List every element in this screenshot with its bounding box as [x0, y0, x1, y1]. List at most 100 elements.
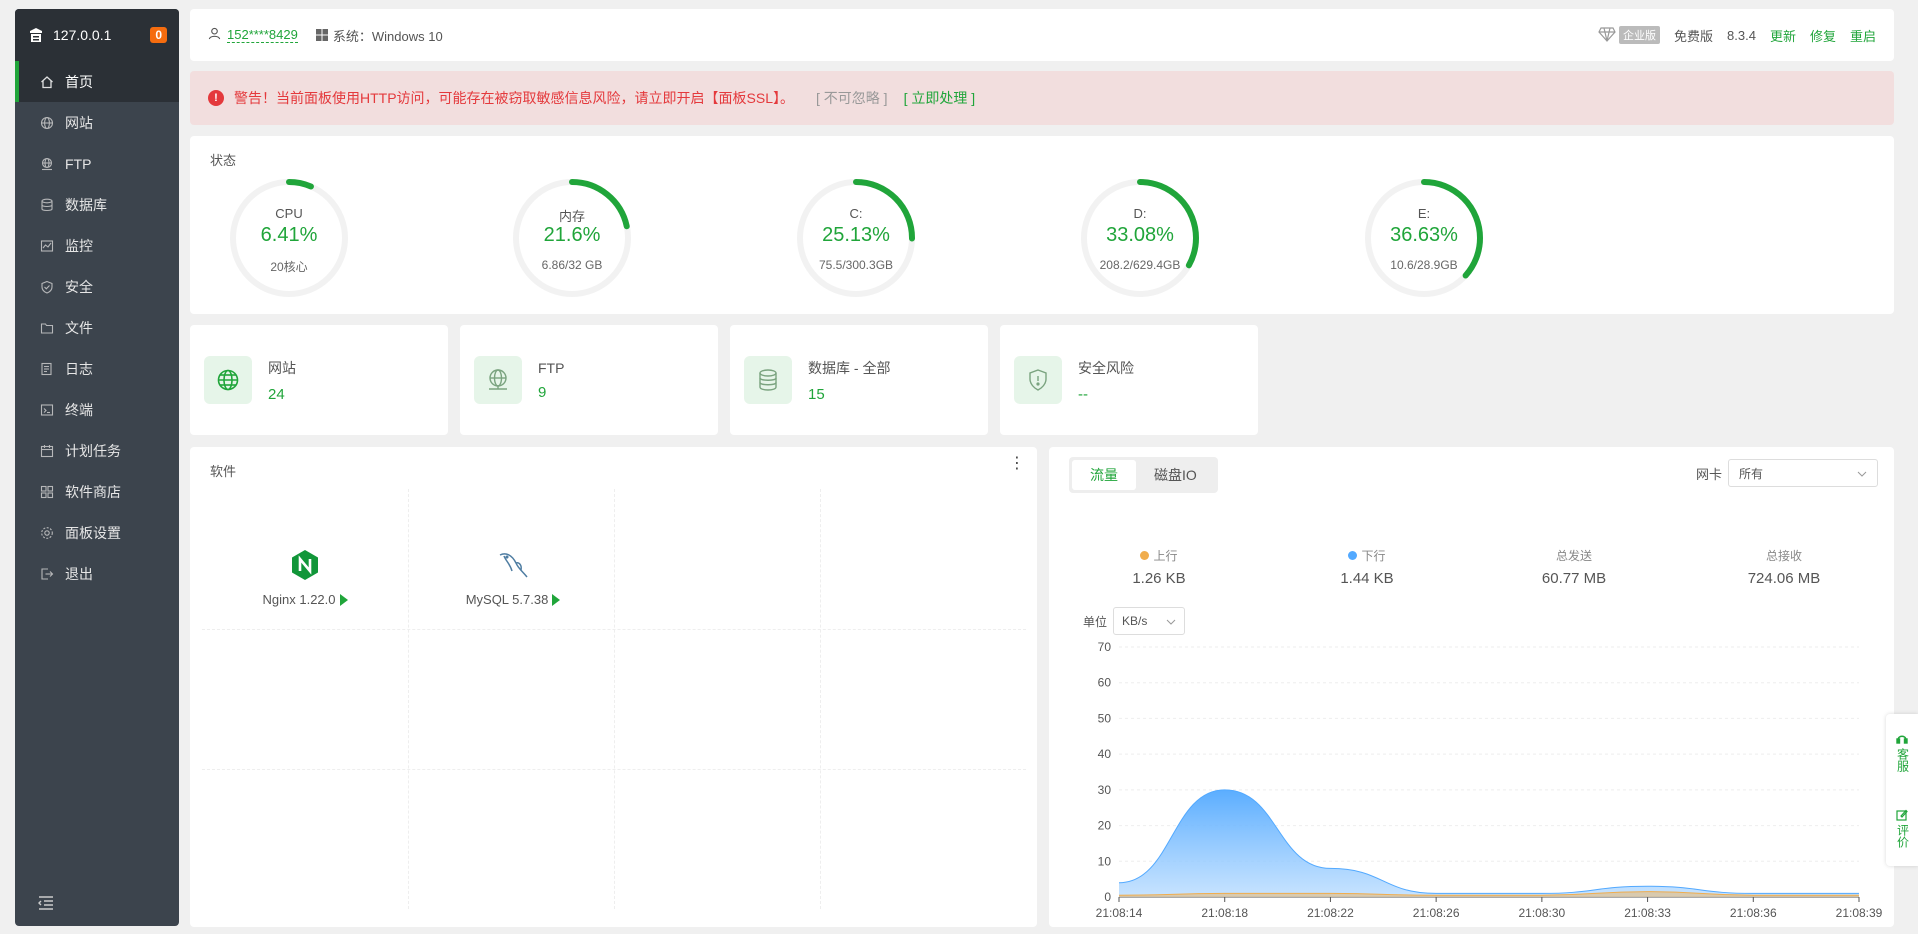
globe-icon	[39, 115, 55, 131]
stat-value[interactable]: --	[1078, 386, 1134, 403]
update-link[interactable]: 更新	[1770, 26, 1796, 45]
sidebar-item-5[interactable]: 安全	[15, 266, 179, 307]
traffic-chart: 0 10 20 30 40 50 60 70 21:08:14 21:08:18 21:08:22 2…	[1096, 640, 1883, 920]
stat-card-2[interactable]: 数据库 - 全部 15	[730, 325, 988, 435]
sidebar-nav: 首页网站 FTP 数据库监控安全文件日志终端 计划任务 软件商店面板设置退出	[15, 61, 179, 594]
gauge-name: D:	[1133, 206, 1147, 221]
version-label: 8.3.4	[1727, 27, 1756, 43]
nic-select-value: 所有	[1739, 466, 1764, 481]
sidebar-item-6[interactable]: 文件	[15, 307, 179, 348]
stat-card-0[interactable]: 网站 24	[190, 325, 448, 435]
sidebar-item-9[interactable]: 计划任务	[15, 430, 179, 471]
sidebar-item-8[interactable]: 终端	[15, 389, 179, 430]
plan-label: 免费版	[1674, 28, 1714, 44]
unit-select-value: KB/s	[1122, 614, 1148, 628]
traffic-tabs: 流量 磁盘IO	[1069, 457, 1218, 493]
x-tick-label: 21:08:39	[1836, 906, 1883, 920]
unit-select[interactable]: KB/s	[1113, 607, 1186, 635]
y-tick-label: 60	[1098, 676, 1112, 690]
gauge-1[interactable]: 内存 21.6% 6.86/32 GB	[510, 176, 634, 300]
nic-select[interactable]: 所有	[1728, 459, 1878, 487]
repair-link[interactable]: 修复	[1810, 26, 1836, 45]
ftp-icon	[474, 356, 522, 404]
software-nginx[interactable]: Nginx 1.22.0	[240, 549, 370, 607]
stat-card-1[interactable]: FTP 9	[460, 325, 718, 435]
nginx-label: Nginx 1.22.0	[262, 592, 336, 607]
sidebar-item-11[interactable]: 面板设置	[15, 512, 179, 553]
gauge-4[interactable]: E: 36.63% 10.6/28.9GB	[1362, 176, 1486, 300]
sidebar-item-12[interactable]: 退出	[15, 553, 179, 594]
sidebar-item-3[interactable]: 数据库	[15, 184, 179, 225]
gauge-detail: 20核心	[270, 260, 308, 274]
folder-icon	[39, 320, 55, 336]
stat-card-3[interactable]: 安全风险 --	[1000, 325, 1258, 435]
y-tick-label: 30	[1098, 783, 1112, 797]
sidebar-item-label: 数据库	[65, 196, 107, 213]
software-mysql[interactable]: MySQL 5.7.38	[448, 549, 578, 607]
sidebar-item-label: 安全	[65, 278, 93, 295]
warning-icon: !	[208, 90, 224, 106]
gauge-name: E:	[1417, 206, 1431, 221]
customer-service-button[interactable]: 客服	[1896, 733, 1910, 772]
alert-fix-link[interactable]: [ 立即处理 ]	[904, 88, 976, 108]
sidebar-item-0[interactable]: 首页	[15, 61, 179, 102]
stat-label: 网站	[268, 359, 296, 376]
restart-link[interactable]: 重启	[1850, 26, 1876, 45]
alert-ignore-text: [ 不可忽略 ]	[816, 90, 888, 106]
sidebar-item-2[interactable]: FTP	[15, 143, 179, 184]
stat-upload: 上行 1.26 KB	[1059, 547, 1259, 587]
shield-icon	[1014, 356, 1062, 404]
globe-icon	[204, 356, 252, 404]
stat-value[interactable]: 9	[538, 384, 564, 401]
gauge-3[interactable]: D: 33.08% 208.2/629.4GB	[1078, 176, 1202, 300]
mysql-icon	[496, 553, 530, 585]
status-title: 状态	[210, 153, 237, 168]
nginx-icon	[290, 550, 320, 585]
sidebar-item-10[interactable]: 软件商店	[15, 471, 179, 512]
gauge-value: 21.6%	[543, 224, 601, 246]
gauge-2[interactable]: C: 25.13% 75.5/300.3GB	[794, 176, 918, 300]
stat-total-sent: 总发送 60.77 MB	[1474, 547, 1674, 587]
sidebar-item-label: 文件	[65, 319, 93, 336]
message-badge[interactable]: 0	[150, 27, 167, 43]
tab-disk-io[interactable]: 磁盘IO	[1136, 460, 1215, 490]
stat-value[interactable]: 15	[808, 386, 890, 403]
sidebar-item-1[interactable]: 网站	[15, 102, 179, 143]
stat-value[interactable]: 24	[268, 386, 296, 403]
account-phone-link[interactable]: 152****8429	[227, 27, 298, 43]
sidebar-item-label: 日志	[65, 360, 93, 377]
nic-label: 网卡	[1695, 466, 1722, 482]
gauge-0[interactable]: CPU 6.41% 20核心	[227, 176, 351, 300]
gauge-detail: 75.5/300.3GB	[818, 258, 894, 272]
enterprise-edition[interactable]: 企业版	[1598, 26, 1661, 45]
review-button[interactable]: 评价	[1896, 809, 1910, 848]
x-tick-label: 21:08:18	[1201, 906, 1248, 920]
alert-message: 警告！当前面板使用HTTP访问，可能存在被窃取敏感信息风险，请立即开启【面板SS…	[234, 90, 795, 106]
sidebar-item-4[interactable]: 监控	[15, 225, 179, 266]
series-area-0	[1119, 789, 1859, 897]
stat-total-recv: 总接收 724.06 MB	[1684, 547, 1884, 587]
system-info: 系统：Windows 10	[315, 26, 443, 45]
stat-download: 下行 1.44 KB	[1267, 547, 1467, 587]
database-icon	[39, 197, 55, 213]
sidebar-item-label: 退出	[65, 565, 93, 582]
upload-value: 1.26 KB	[1132, 570, 1186, 587]
download-legend-dot	[1348, 551, 1358, 560]
tab-traffic[interactable]: 流量	[1072, 460, 1136, 490]
collapse-menu-icon[interactable]	[37, 894, 55, 912]
sidebar-item-label: 首页	[65, 73, 93, 90]
nginx-play-icon[interactable]	[339, 593, 348, 606]
log-icon	[39, 361, 55, 377]
x-tick-label: 21:08:36	[1730, 906, 1777, 920]
home-icon	[39, 74, 55, 90]
sidebar-item-label: FTP	[65, 155, 92, 172]
sidebar-item-7[interactable]: 日志	[15, 348, 179, 389]
mysql-play-icon[interactable]	[552, 593, 561, 606]
more-menu-icon[interactable]: ⋮	[1009, 456, 1025, 472]
sidebar-item-label: 面板设置	[65, 524, 121, 541]
x-tick-label: 21:08:26	[1413, 906, 1460, 920]
upload-legend-dot	[1140, 551, 1150, 560]
enterprise-tag: 企业版	[1619, 26, 1661, 44]
chevron-down-icon	[1166, 614, 1176, 628]
server-host: 127.0.0.1	[53, 27, 112, 43]
